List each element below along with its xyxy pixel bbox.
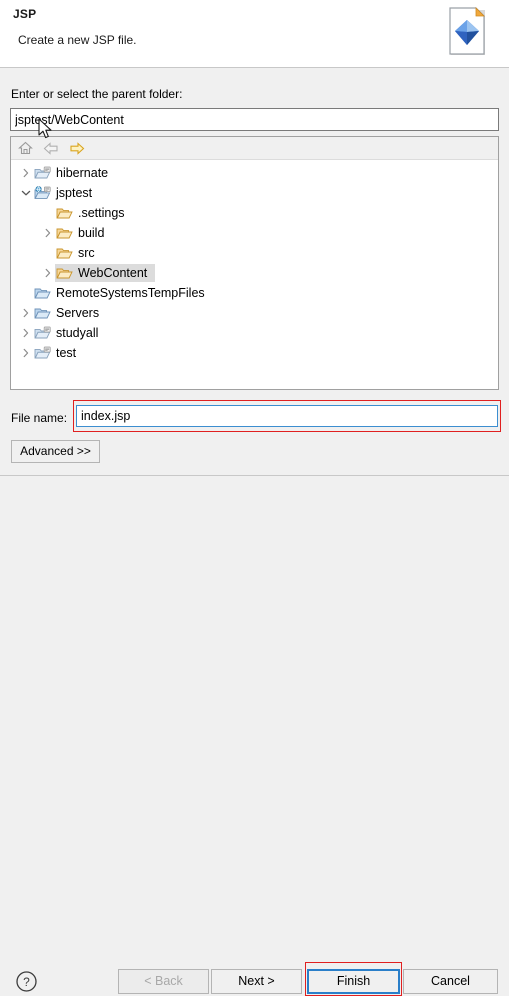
project-folder-icon bbox=[34, 325, 51, 341]
button-bar: ? < Back Next > Finish Cancel bbox=[0, 476, 509, 996]
chevron-down-icon[interactable] bbox=[19, 183, 33, 203]
blue-folder-icon bbox=[34, 285, 51, 301]
folder-tree[interactable]: hibernate jsptest .settings build src WebCont… bbox=[11, 160, 498, 389]
file-name-input[interactable] bbox=[76, 405, 498, 427]
tree-item-label: Servers bbox=[56, 306, 100, 320]
tree-item-label: src bbox=[78, 246, 95, 260]
tree-item-src[interactable]: src bbox=[11, 243, 498, 263]
tree-item-content[interactable]: src bbox=[55, 244, 103, 262]
tree-item-build[interactable]: build bbox=[11, 223, 498, 243]
tree-item-hibernate[interactable]: hibernate bbox=[11, 163, 498, 183]
tree-item-remotesystemstempfiles[interactable]: RemoteSystemsTempFiles bbox=[11, 283, 498, 303]
parent-folder-input[interactable] bbox=[10, 108, 499, 131]
chevron-right-icon[interactable] bbox=[19, 303, 33, 323]
tree-item-content[interactable]: jsptest bbox=[33, 184, 100, 202]
web-project-icon bbox=[34, 185, 51, 201]
chevron-right-icon[interactable] bbox=[41, 263, 55, 283]
tree-item-label: jsptest bbox=[56, 186, 93, 200]
advanced-button[interactable]: Advanced >> bbox=[11, 440, 100, 463]
folder-icon bbox=[56, 265, 73, 281]
tree-item-content[interactable]: WebContent bbox=[55, 264, 156, 282]
tree-item-content[interactable]: RemoteSystemsTempFiles bbox=[33, 284, 213, 302]
tree-item-jsptest[interactable]: jsptest bbox=[11, 183, 498, 203]
tree-item-servers[interactable]: Servers bbox=[11, 303, 498, 323]
parent-folder-label: Enter or select the parent folder: bbox=[11, 87, 183, 101]
page-title: JSP bbox=[13, 7, 37, 21]
file-name-label: File name: bbox=[11, 411, 68, 425]
tree-item-content[interactable]: hibernate bbox=[33, 164, 116, 182]
page-subtitle: Create a new JSP file. bbox=[18, 33, 137, 47]
tree-toolbar bbox=[11, 137, 498, 160]
forward-arrow-icon[interactable] bbox=[67, 139, 87, 157]
tree-item-label: .settings bbox=[78, 206, 125, 220]
tree-item-content[interactable]: studyall bbox=[33, 324, 106, 342]
tree-item-test[interactable]: test bbox=[11, 343, 498, 363]
tree-item-content[interactable]: test bbox=[33, 344, 84, 362]
svg-text:?: ? bbox=[23, 975, 30, 989]
tree-item-webcontent[interactable]: WebContent bbox=[11, 263, 498, 283]
twisty-placeholder bbox=[41, 243, 55, 263]
tree-item-label: test bbox=[56, 346, 77, 360]
dialog-header: JSP Create a new JSP file. bbox=[0, 0, 509, 68]
next-button[interactable]: Next > bbox=[211, 969, 302, 994]
chevron-right-icon[interactable] bbox=[19, 323, 33, 343]
cancel-button[interactable]: Cancel bbox=[403, 969, 498, 994]
tree-item-studyall[interactable]: studyall bbox=[11, 323, 498, 343]
twisty-placeholder bbox=[41, 203, 55, 223]
tree-item-label: hibernate bbox=[56, 166, 109, 180]
project-folder-icon bbox=[34, 165, 51, 181]
chevron-right-icon[interactable] bbox=[19, 343, 33, 363]
back-arrow-icon bbox=[41, 139, 61, 157]
chevron-right-icon[interactable] bbox=[41, 223, 55, 243]
folder-icon bbox=[56, 225, 73, 241]
finish-button[interactable]: Finish bbox=[307, 969, 400, 994]
folder-icon bbox=[56, 205, 73, 221]
home-icon[interactable] bbox=[15, 139, 35, 157]
help-icon[interactable]: ? bbox=[15, 970, 38, 993]
tree-item-label: build bbox=[78, 226, 105, 240]
project-folder-icon bbox=[34, 345, 51, 361]
chevron-right-icon[interactable] bbox=[19, 163, 33, 183]
tree-item-label: studyall bbox=[56, 326, 99, 340]
jsp-file-icon bbox=[440, 5, 496, 61]
tree-item--settings[interactable]: .settings bbox=[11, 203, 498, 223]
twisty-placeholder bbox=[19, 283, 33, 303]
back-button: < Back bbox=[118, 969, 209, 994]
tree-item-label: WebContent bbox=[78, 266, 148, 280]
tree-item-label: RemoteSystemsTempFiles bbox=[56, 286, 205, 300]
folder-icon bbox=[56, 245, 73, 261]
tree-item-content[interactable]: .settings bbox=[55, 204, 133, 222]
tree-item-content[interactable]: build bbox=[55, 224, 112, 242]
blue-folder-icon bbox=[34, 305, 51, 321]
tree-item-content[interactable]: Servers bbox=[33, 304, 107, 322]
folder-tree-panel[interactable]: hibernate jsptest .settings build src WebCont… bbox=[10, 136, 499, 390]
